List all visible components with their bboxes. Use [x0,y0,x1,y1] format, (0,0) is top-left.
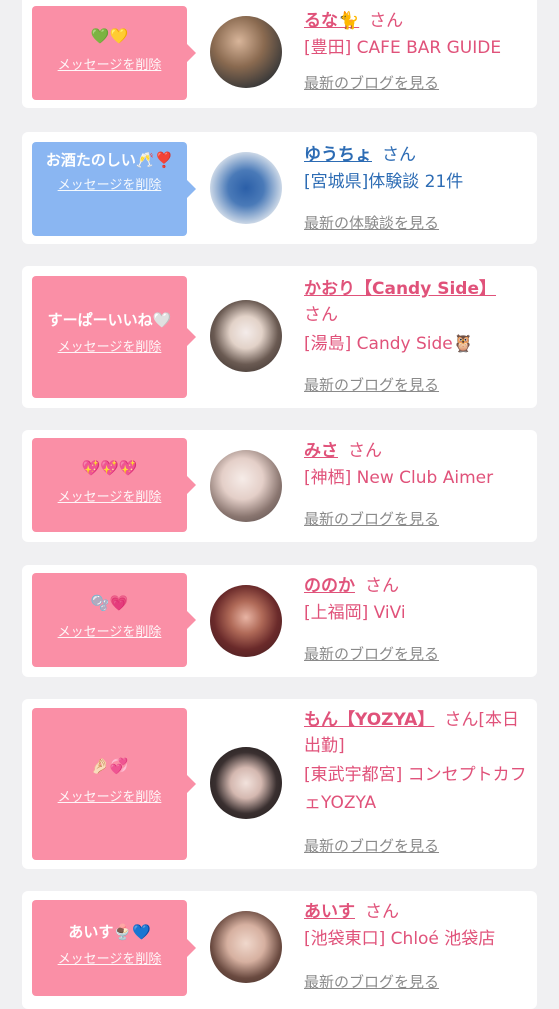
message-bubble: お酒たのしい🥂❣️ メッセージを削除 [32,142,196,236]
user-name-link[interactable]: ののか [304,576,355,596]
user-info: もん【YOZYA】 さん[本日出勤] [東武宇都宮] コンセプトカフェYOZYA … [304,705,534,865]
user-name-link[interactable]: もん【YOZYA】 [304,710,434,730]
latest-blog-link[interactable]: 最新のブログを見る [304,72,439,93]
delete-message-link[interactable]: メッセージを削除 [38,174,181,193]
latest-blog-link[interactable]: 最新のブログを見る [304,374,439,395]
honorific: さん [365,902,399,922]
delete-message-link[interactable]: メッセージを削除 [38,948,181,967]
user-name-link[interactable]: ゆうちょ [304,145,372,165]
message-text: すーぱーいいね🤍 [47,311,172,329]
delete-message-link[interactable]: メッセージを削除 [38,486,181,505]
avatar[interactable] [210,747,282,819]
message-bubble: 🤌🏻💞 メッセージを削除 [32,708,196,860]
avatar[interactable] [210,585,282,657]
message-text: 🤌🏻💞 [90,757,129,775]
delete-message-link[interactable]: メッセージを削除 [38,336,181,355]
user-info: るな🐈 さん [豊田] CAFE BAR GUIDE 最新のブログを見る [304,0,534,104]
message-bubble: 💖💖💖 メッセージを削除 [32,438,196,532]
latest-blog-link[interactable]: 最新のブログを見る [304,508,439,529]
message-bubble: 💚💛 メッセージを削除 [32,6,196,100]
honorific: さん [365,576,399,596]
user-name-link[interactable]: かおり【Candy Side】 [304,279,496,299]
avatar[interactable] [210,300,282,372]
honorific: さん [304,305,338,325]
message-bubble: あいす🍨💙 メッセージを削除 [32,900,196,996]
message-bubble: 🫧💗 メッセージを削除 [32,573,196,667]
message-bubble: すーぱーいいね🤍 メッセージを削除 [32,276,196,398]
user-info: かおり【Candy Side】 さん [湯島] Candy Side🦉 最新のブ… [304,274,534,404]
message-card: 💚💛 メッセージを削除 るな🐈 さん [豊田] CAFE BAR GUIDE 最新… [22,0,537,108]
delete-message-link[interactable]: メッセージを削除 [38,786,181,805]
user-info: あいす さん [池袋東口] Chloé 池袋店 最新のブログを見る [304,897,534,1003]
delete-message-link[interactable]: メッセージを削除 [38,54,181,73]
message-card: 💖💖💖 メッセージを削除 みさ さん [神栖] New Club Aimer 最新… [22,430,537,542]
latest-blog-link[interactable]: 最新のブログを見る [304,971,439,992]
shop-name: [池袋東口] Chloé 池袋店 [304,929,496,949]
message-card: あいす🍨💙 メッセージを削除 あいす さん [池袋東口] Chloé 池袋店 最新… [22,891,537,1009]
avatar[interactable] [210,911,282,983]
shop-name: [上福岡] ViVi [304,603,406,623]
user-name-link[interactable]: みさ [304,441,338,461]
honorific: さん [348,441,382,461]
shop-name: [湯島] Candy Side🦉 [304,334,474,354]
message-card: 🫧💗 メッセージを削除 ののか さん [上福岡] ViVi 最新のブログを見る [22,565,537,677]
message-text: お酒たのしい🥂❣️ [45,151,174,169]
review-count: [宮城県]体験談 21件 [304,172,464,192]
user-info: ゆうちょ さん [宮城県]体験談 21件 最新の体験談を見る [304,138,534,238]
avatar[interactable] [210,152,282,224]
message-card: 🤌🏻💞 メッセージを削除 もん【YOZYA】 さん[本日出勤] [東武宇都宮] コ… [22,699,537,869]
latest-blog-link[interactable]: 最新のブログを見る [304,643,439,664]
latest-review-link[interactable]: 最新の体験談を見る [304,212,439,233]
user-name-link[interactable]: るな🐈 [304,11,359,31]
message-text: 🫧💗 [90,594,129,612]
message-card: お酒たのしい🥂❣️ メッセージを削除 ゆうちょ さん [宮城県]体験談 21件 最… [22,132,537,244]
shop-name: [豊田] CAFE BAR GUIDE [304,38,502,58]
user-info: みさ さん [神栖] New Club Aimer 最新のブログを見る [304,436,534,536]
user-name-link[interactable]: あいす [304,902,355,922]
honorific: さん [382,145,416,165]
honorific: さん [369,11,404,31]
message-card: すーぱーいいね🤍 メッセージを削除 かおり【Candy Side】 さん [湯島… [22,266,537,408]
message-text: あいす🍨💙 [68,923,151,941]
shop-name: [神栖] New Club Aimer [304,468,494,488]
avatar[interactable] [210,450,282,522]
latest-blog-link[interactable]: 最新のブログを見る [304,835,439,856]
shop-name: [東武宇都宮] コンセプトカフェYOZYA [304,765,527,813]
message-text: 💚💛 [90,27,129,45]
user-info: ののか さん [上福岡] ViVi 最新のブログを見る [304,571,534,671]
message-text: 💖💖💖 [81,459,138,477]
avatar[interactable] [210,16,282,88]
delete-message-link[interactable]: メッセージを削除 [38,621,181,640]
